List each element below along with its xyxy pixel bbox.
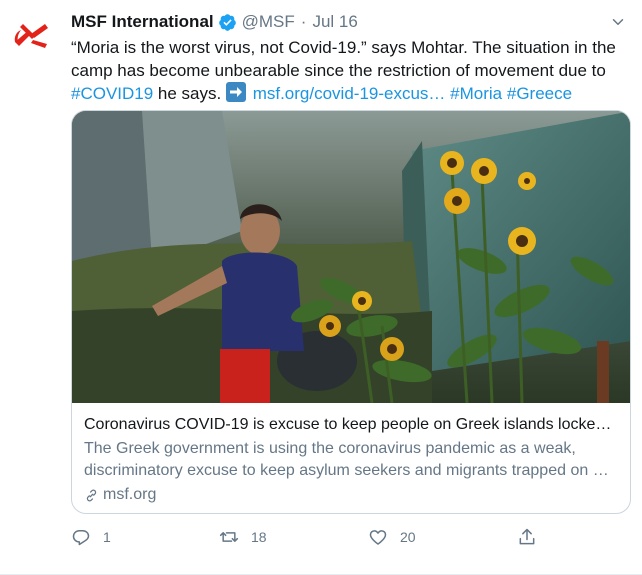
reply-button[interactable]: 1 [71, 527, 111, 547]
card-image[interactable] [72, 111, 630, 403]
tweet-date[interactable]: Jul 16 [312, 11, 357, 33]
right-arrow-icon [225, 82, 246, 102]
avatar[interactable] [7, 10, 57, 60]
tweet-actions: 1 18 20 [71, 524, 631, 550]
like-count: 20 [400, 529, 416, 545]
author-name[interactable]: MSF International [71, 11, 214, 33]
share-icon [519, 528, 535, 545]
reply-icon [72, 530, 90, 546]
card-domain: msf.org [84, 484, 618, 506]
chevron-down-icon[interactable] [606, 10, 630, 34]
retweet-count: 18 [251, 529, 267, 545]
tweet-text-part1: “Moria is the worst virus, not Covid-19.… [71, 38, 616, 80]
hashtag-greece[interactable]: #Greece [507, 84, 572, 103]
reply-count: 1 [103, 529, 111, 545]
card-text: Coronavirus COVID-19 is excuse to keep p… [72, 403, 630, 506]
retweet-button[interactable]: 18 [219, 527, 267, 547]
msf-logo-icon [14, 24, 48, 48]
author-handle[interactable]: @MSF [242, 11, 295, 33]
hashtag-covid19[interactable]: #COVID19 [71, 84, 153, 103]
tweet-header: MSF International @MSF · Jul 16 [71, 11, 358, 33]
link-icon [86, 489, 97, 501]
tweet[interactable]: MSF International @MSF · Jul 16 “Moria i… [0, 0, 642, 575]
like-button[interactable]: 20 [368, 527, 416, 547]
retweet-icon [219, 532, 239, 542]
hashtag-moria[interactable]: #Moria [450, 84, 502, 103]
card-description: The Greek government is using the corona… [84, 440, 609, 479]
link-card[interactable]: Coronavirus COVID-19 is excuse to keep p… [71, 110, 631, 514]
card-domain-text: msf.org [103, 486, 157, 503]
card-title[interactable]: Coronavirus COVID-19 is excuse to keep p… [84, 414, 618, 436]
tweet-text: “Moria is the worst virus, not Covid-19.… [71, 36, 631, 105]
tweet-text-part2: he says. [153, 84, 226, 103]
share-button[interactable] [517, 527, 537, 547]
tweet-link[interactable]: msf.org/covid-19-excus… [253, 84, 446, 103]
header-separator: · [300, 12, 307, 31]
verified-badge-icon [218, 13, 237, 32]
heart-icon [369, 530, 387, 545]
